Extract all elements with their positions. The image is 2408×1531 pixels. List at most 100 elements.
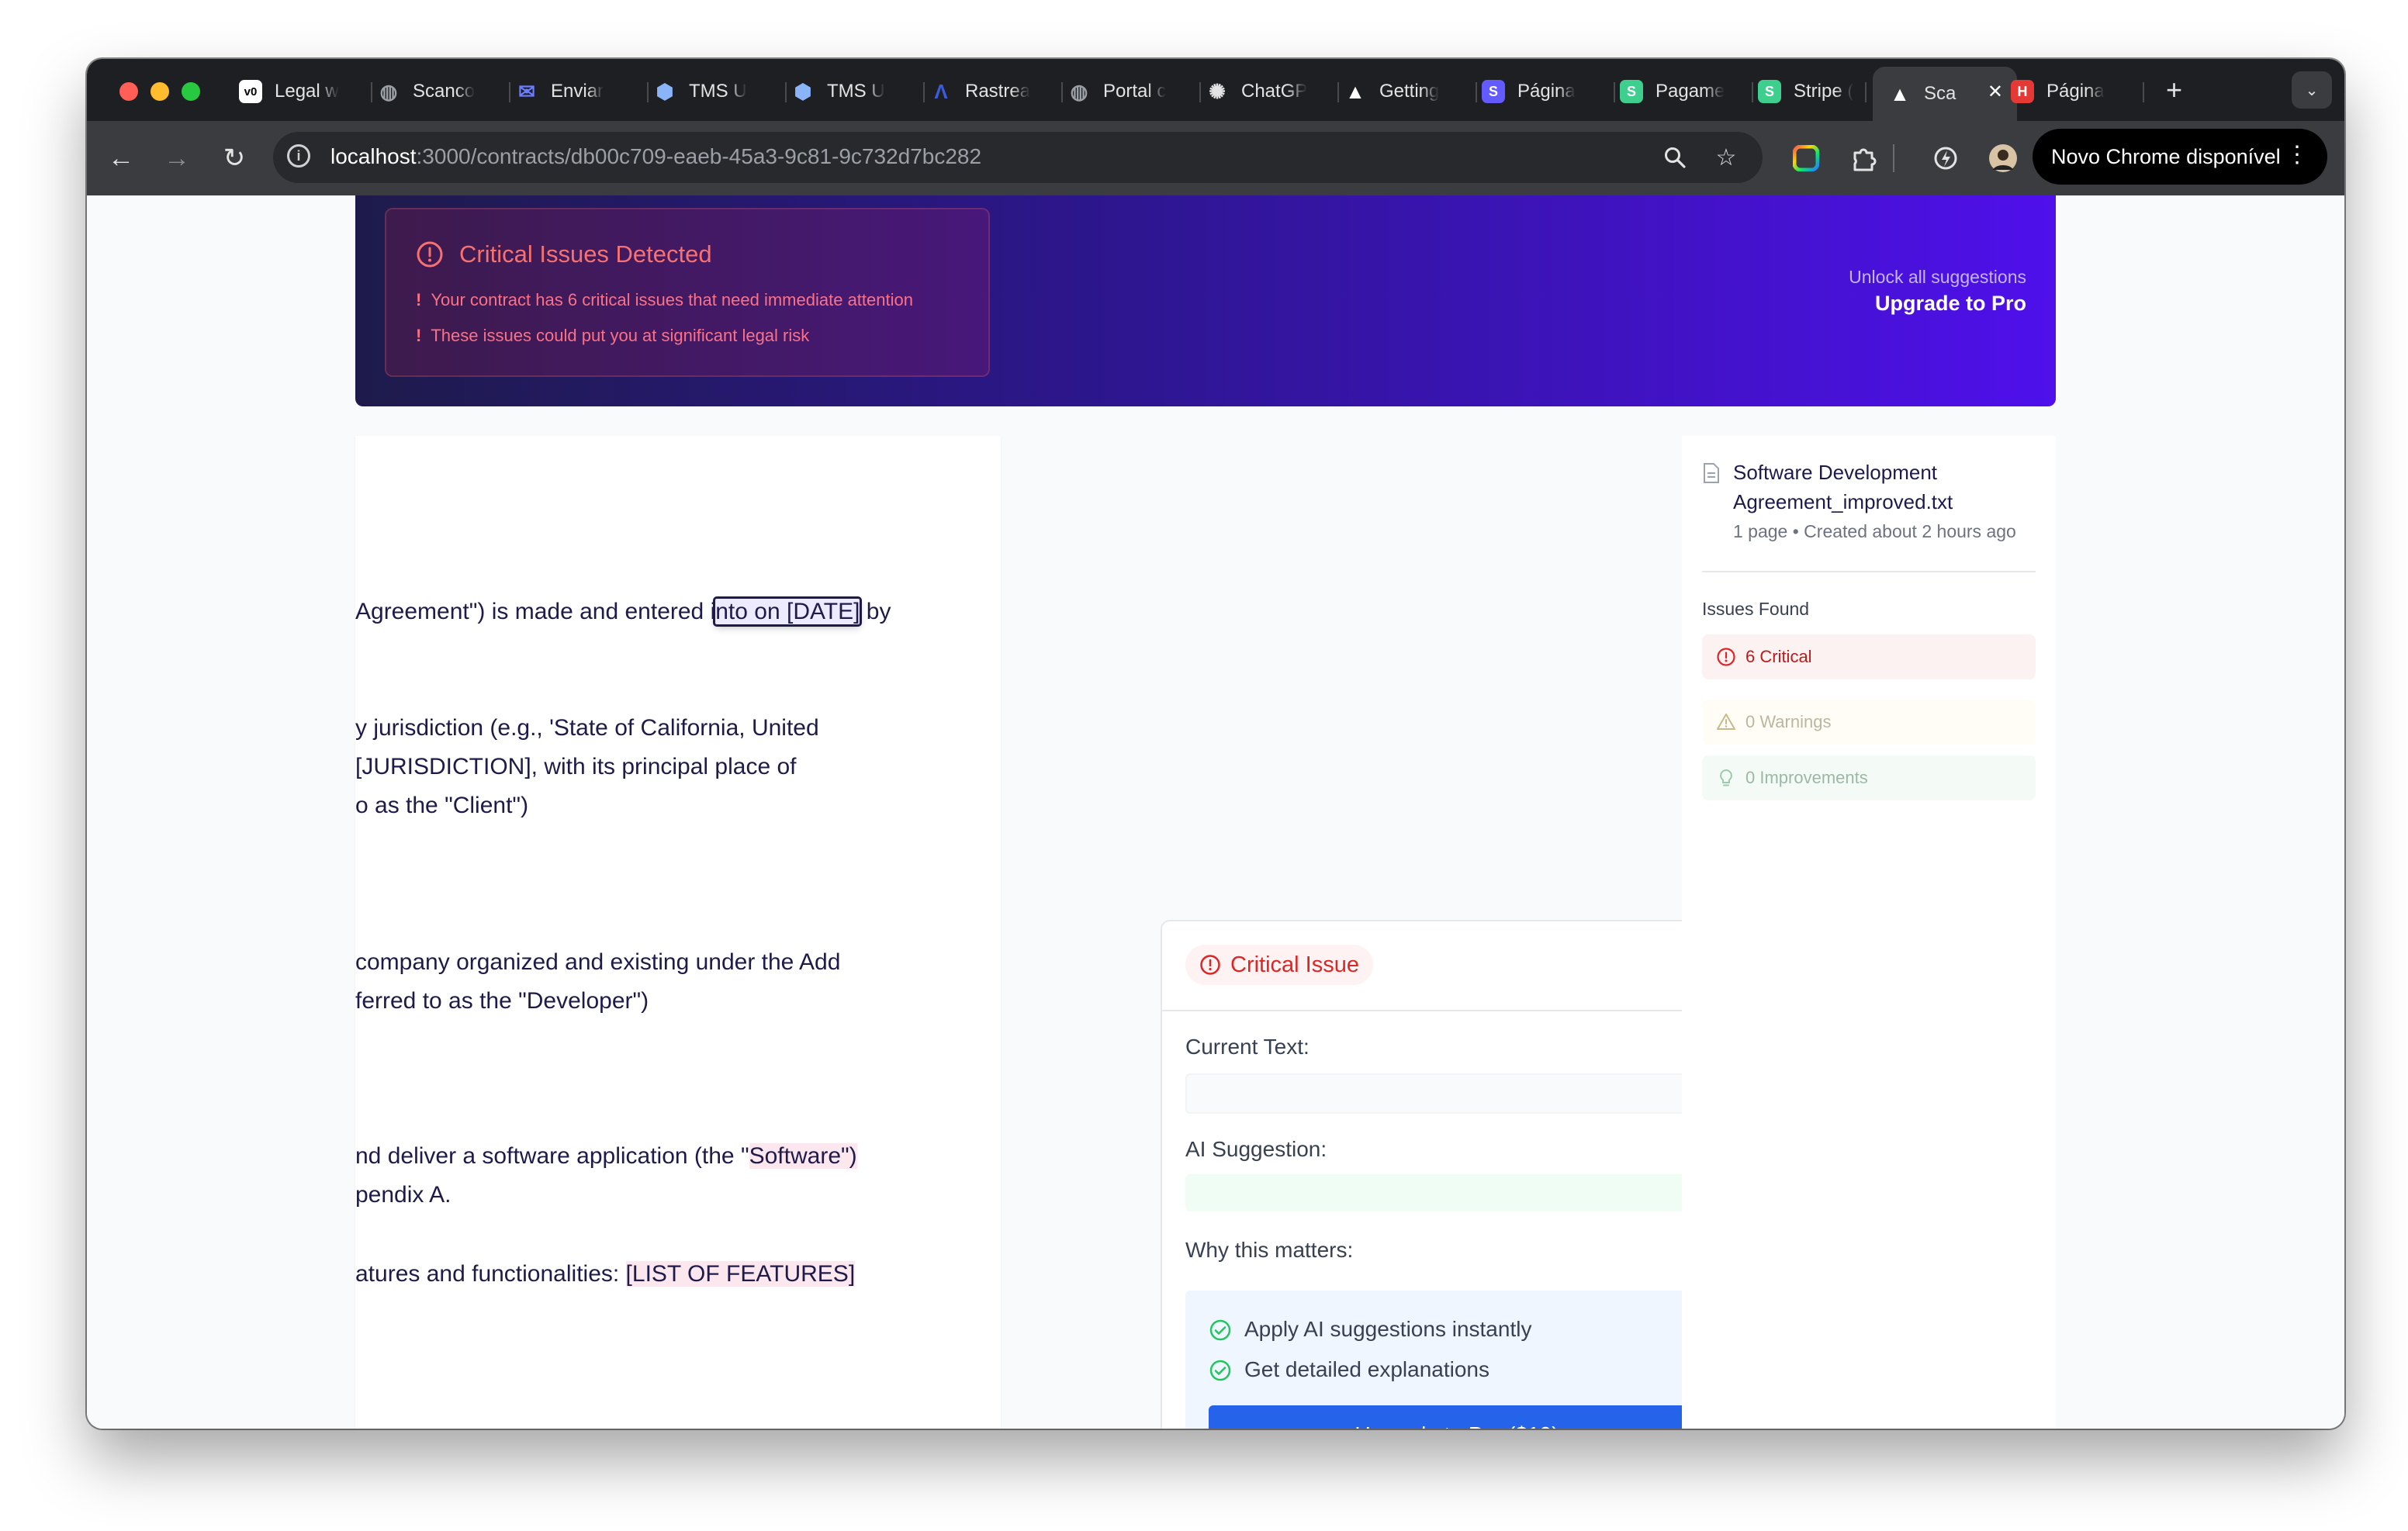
benefit-text: Get detailed explanations bbox=[1244, 1357, 1489, 1381]
document-line: y jurisdiction (e.g., 'State of Californ… bbox=[355, 715, 819, 741]
tab-separator bbox=[1061, 82, 1063, 102]
file-text-icon bbox=[1704, 463, 1719, 483]
maximize-window-button[interactable] bbox=[182, 82, 200, 101]
document-sidebar: Software Development Agreement_improved.… bbox=[1682, 436, 2056, 1429]
tab-title: Legal w bbox=[275, 81, 339, 102]
browser-tab[interactable]: ⬢ TMS U bbox=[791, 67, 925, 116]
chrome-update-button[interactable]: Novo Chrome disponível ⋮ bbox=[2033, 129, 2327, 185]
back-button[interactable]: ← bbox=[101, 138, 141, 178]
close-tab-icon[interactable]: ✕ bbox=[1988, 81, 2003, 103]
chrome-update-label: Novo Chrome disponível bbox=[2051, 144, 2281, 168]
new-tab-button[interactable]: + bbox=[2166, 74, 2182, 105]
critical-issues-card: Critical Issues Detected ! Your contract … bbox=[385, 208, 990, 377]
critical-issues-line: ! These issues could put you at significa… bbox=[416, 326, 809, 346]
document-text: nd deliver a software application (the " bbox=[355, 1143, 749, 1169]
site-info-icon[interactable]: i bbox=[287, 144, 310, 168]
browser-tab[interactable]: ✉ Enviar bbox=[515, 67, 649, 116]
exclamation-icon: ! bbox=[416, 290, 422, 309]
extensions-puzzle-icon[interactable] bbox=[1843, 138, 1884, 178]
tab-search-button[interactable]: ⌄ bbox=[2292, 71, 2332, 109]
stripe-s-icon: S bbox=[1620, 80, 1643, 103]
reload-button[interactable]: ↻ bbox=[214, 138, 254, 178]
highlighted-issue[interactable]: nto on [DATE] bbox=[713, 596, 863, 627]
current-text-label: Current Text: bbox=[1185, 1035, 1310, 1059]
critical-issue-label: Critical Issue bbox=[1230, 952, 1359, 977]
tab-title: Página bbox=[2046, 81, 2105, 102]
browser-tab[interactable]: ✺ ChatGP bbox=[1206, 67, 1339, 116]
browser-tab[interactable]: ⬢ TMS U bbox=[653, 67, 787, 116]
ai-suggestion-label: AI Suggestion: bbox=[1185, 1137, 1327, 1161]
tab-separator bbox=[785, 82, 787, 102]
highlighted-issue[interactable]: [LIST OF FEATURES] bbox=[625, 1261, 856, 1287]
color-picker-extension-icon[interactable] bbox=[1786, 138, 1826, 178]
tab-title: Getting bbox=[1379, 81, 1440, 102]
critical-issues-line: ! Your contract has 6 critical issues tha… bbox=[416, 290, 913, 310]
tab-separator bbox=[923, 82, 925, 102]
check-circle-icon bbox=[1209, 1319, 1231, 1341]
close-window-button[interactable] bbox=[119, 82, 138, 101]
tab-strip: v0 Legal w ◍ Scanco ✉ Enviar ⬢ TMS U ⬢ TMS U Λ Rast… bbox=[87, 59, 2344, 121]
file-meta: 1 page • Created about 2 hours ago bbox=[1733, 521, 2016, 541]
triangle-icon: ▲ bbox=[1345, 79, 1365, 103]
tab-title: TMS U bbox=[689, 81, 747, 102]
tab-separator bbox=[1865, 82, 1867, 102]
url-text[interactable]: localhost:3000/contracts/db00c709-eaeb-4… bbox=[330, 144, 981, 169]
forward-button[interactable]: → bbox=[157, 138, 197, 178]
triangle-icon: ▲ bbox=[1890, 81, 1910, 105]
alert-circle-icon bbox=[1717, 648, 1735, 666]
performance-icon[interactable] bbox=[1925, 138, 1966, 178]
shield-icon: ⬢ bbox=[656, 79, 674, 103]
contract-document[interactable]: Agreement") is made and entered into on … bbox=[355, 436, 1001, 1429]
document-line: ferred to as the "Developer") bbox=[355, 988, 649, 1014]
bookmark-star-icon[interactable]: ☆ bbox=[1710, 141, 1742, 174]
tab-separator bbox=[1337, 82, 1339, 102]
tab-title: ChatGP bbox=[1241, 81, 1308, 102]
tab-title: Pagame bbox=[1656, 81, 1725, 102]
chrome-menu-icon[interactable]: ⋮ bbox=[2285, 141, 2309, 169]
improvements-count-label: 0 Improvements bbox=[1745, 768, 1868, 787]
tab-separator bbox=[1614, 82, 1615, 102]
browser-window: v0 Legal w ◍ Scanco ✉ Enviar ⬢ TMS U ⬢ TMS U Λ Rast… bbox=[87, 59, 2344, 1429]
tab-separator bbox=[1199, 82, 1201, 102]
tab-title: Sca bbox=[1924, 83, 1956, 104]
browser-tab[interactable]: v0 Legal w bbox=[239, 67, 372, 116]
tab-title: Enviar bbox=[551, 81, 604, 102]
document-line: Agreement") is made and entered into on … bbox=[355, 596, 891, 627]
v0-icon: v0 bbox=[239, 80, 262, 103]
warning-triangle-icon bbox=[1717, 714, 1735, 730]
profile-avatar[interactable] bbox=[1983, 138, 2023, 178]
pro-benefits-box: Apply AI suggestions instantly Get detai… bbox=[1185, 1291, 1721, 1429]
browser-tab[interactable]: S Página bbox=[1482, 67, 1615, 116]
lightbulb-icon bbox=[1720, 769, 1732, 786]
zoom-icon[interactable] bbox=[1659, 141, 1691, 174]
browser-tab[interactable]: S Stripe ( bbox=[1758, 67, 1867, 116]
browser-tab[interactable]: ◍ Portal c bbox=[1067, 67, 1201, 116]
document-line: nd deliver a software application (the "… bbox=[355, 1143, 857, 1170]
browser-tab[interactable]: H Página bbox=[2011, 67, 2144, 116]
upgrade-to-pro-link[interactable]: Upgrade to Pro bbox=[1875, 292, 2026, 316]
document-text: atures and functionalities: bbox=[355, 1261, 626, 1287]
document-text: Agreement") is made and entered i bbox=[355, 599, 716, 624]
improvements-count-filter[interactable]: 0 Improvements bbox=[1702, 755, 2036, 800]
divider bbox=[1702, 571, 2036, 572]
tab-separator bbox=[509, 82, 510, 102]
critical-count-filter[interactable]: 6 Critical bbox=[1702, 634, 2036, 679]
address-bar[interactable]: i localhost:3000/contracts/db00c709-eaeb… bbox=[273, 132, 1763, 183]
highlighted-issue[interactable]: Software") bbox=[749, 1143, 857, 1169]
warnings-count-filter[interactable]: 0 Warnings bbox=[1702, 700, 2036, 745]
browser-tab[interactable]: Λ Rastrea bbox=[929, 67, 1063, 116]
minimize-window-button[interactable] bbox=[150, 82, 169, 101]
tab-separator bbox=[1476, 82, 1477, 102]
upgrade-to-pro-button[interactable]: Upgrade to Pro ($19) bbox=[1209, 1405, 1705, 1429]
tab-separator bbox=[371, 82, 372, 102]
document-text: by bbox=[860, 599, 891, 624]
browser-tab[interactable]: ▲ Sca ✕ bbox=[1873, 67, 2017, 121]
tab-title: Rastrea bbox=[965, 81, 1031, 102]
browser-tab[interactable]: ▲ Getting bbox=[1344, 67, 1477, 116]
divider bbox=[1162, 1010, 1721, 1011]
browser-tab[interactable]: ◍ Scanco bbox=[377, 67, 510, 116]
page-content: Critical Issues Detected ! Your contract … bbox=[87, 195, 2344, 1429]
alert-circle-icon bbox=[1200, 955, 1220, 975]
document-line: [JURISDICTION], with its principal place… bbox=[355, 754, 797, 779]
browser-tab[interactable]: S Pagame bbox=[1620, 67, 1753, 116]
